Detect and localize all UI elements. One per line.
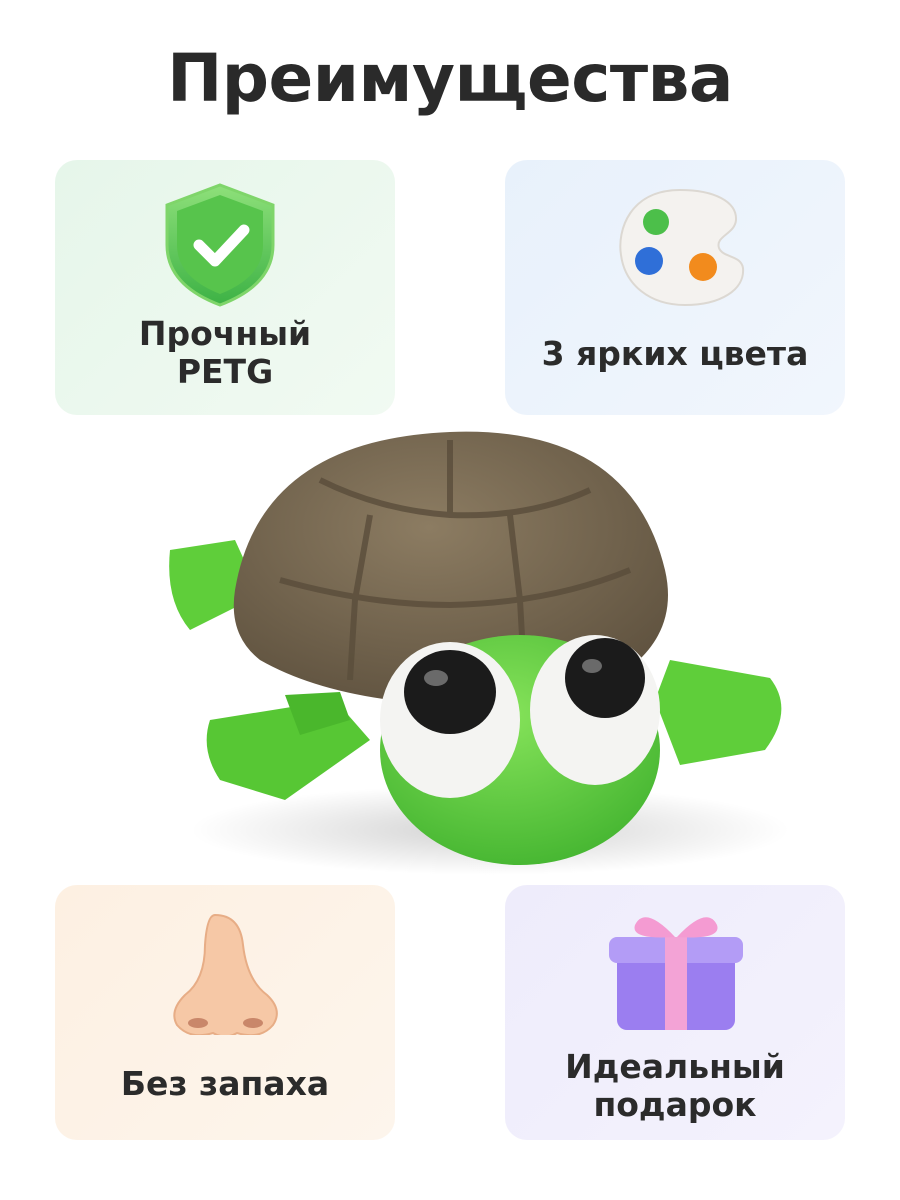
- feature-card-gift: Идеальный подарок: [505, 885, 845, 1140]
- feature-label-line1: Прочный: [138, 314, 312, 353]
- feature-label: 3 ярких цвета: [541, 334, 809, 373]
- gift-box-icon: [609, 917, 743, 1030]
- feature-card-odorless: Без запаха: [55, 885, 395, 1140]
- feature-label-line2: подарок: [593, 1085, 757, 1124]
- shield-check-icon: [165, 183, 275, 307]
- feature-card-colors: 3 ярких цвета: [505, 160, 845, 415]
- feature-label-line1: Идеальный: [565, 1047, 785, 1086]
- page-title: Преимущества: [167, 40, 733, 117]
- feature-card-durable: Прочный PETG: [55, 160, 395, 415]
- turtle-toy-image: [169, 431, 790, 875]
- feature-label: Без запаха: [120, 1064, 330, 1103]
- feature-label-line2: PETG: [176, 352, 274, 391]
- nose-icon: [173, 913, 278, 1035]
- paint-palette-icon: [619, 188, 745, 307]
